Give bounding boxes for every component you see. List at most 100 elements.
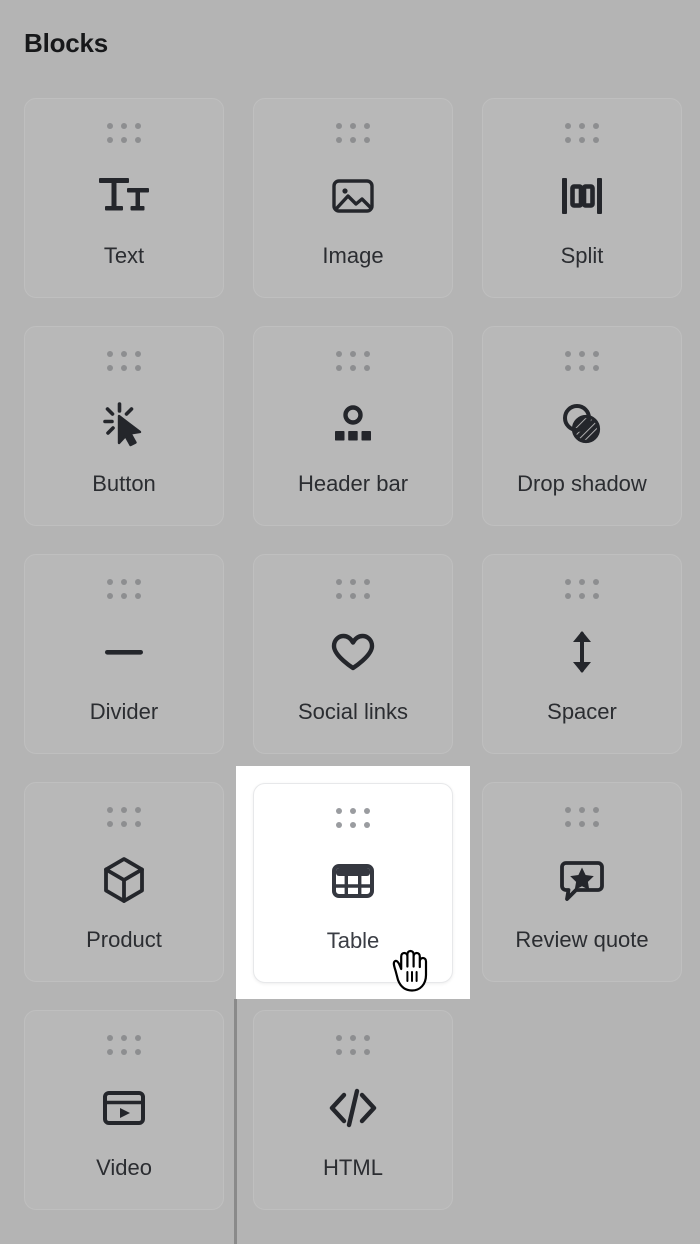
block-card-header-bar[interactable]: Header bar <box>253 326 453 526</box>
block-card-review-quote[interactable]: Review quote <box>482 782 682 982</box>
split-icon <box>559 169 605 223</box>
heart-icon <box>330 625 376 679</box>
drag-dot <box>579 137 585 143</box>
drag-dot <box>121 137 127 143</box>
drag-dot <box>121 807 127 813</box>
block-label: Image <box>322 243 384 268</box>
drop-indicator-line <box>234 999 237 1244</box>
drag-dot <box>579 593 585 599</box>
drag-dot <box>364 1035 370 1041</box>
drag-dot <box>350 808 356 814</box>
drag-dot <box>364 593 370 599</box>
drag-dot <box>565 593 571 599</box>
block-card-social-links[interactable]: Social links <box>253 554 453 754</box>
drag-dot <box>593 123 599 129</box>
drag-dot <box>107 365 113 371</box>
drag-handle[interactable] <box>336 808 370 828</box>
drag-dot <box>565 123 571 129</box>
header-bar-icon <box>330 397 376 451</box>
drag-dot <box>107 579 113 585</box>
drag-dot <box>336 822 342 828</box>
cursor-click-icon <box>102 397 146 451</box>
drag-dot <box>121 1049 127 1055</box>
block-card-product[interactable]: Product <box>24 782 224 982</box>
drag-dot <box>135 351 141 357</box>
block-card-text[interactable]: Text <box>24 98 224 298</box>
drag-dot <box>565 137 571 143</box>
block-card-video[interactable]: Video <box>24 1010 224 1210</box>
video-player-icon <box>102 1081 146 1135</box>
drag-handle[interactable] <box>107 1035 141 1055</box>
drag-dot <box>364 822 370 828</box>
drag-handle[interactable] <box>336 123 370 143</box>
drag-dot <box>107 593 113 599</box>
text-icon <box>97 169 151 223</box>
drag-dot <box>121 351 127 357</box>
block-card-drop-shadow[interactable]: Drop shadow <box>482 326 682 526</box>
cube-icon <box>101 853 147 907</box>
block-label: Spacer <box>547 699 617 724</box>
drag-dot <box>107 351 113 357</box>
vertical-arrows-icon <box>564 625 600 679</box>
drag-handle[interactable] <box>565 123 599 143</box>
drag-dot <box>107 137 113 143</box>
drag-dot <box>121 365 127 371</box>
drag-dot <box>364 123 370 129</box>
block-card-html[interactable]: HTML <box>253 1010 453 1210</box>
drag-dot <box>336 593 342 599</box>
block-card-spacer[interactable]: Spacer <box>482 554 682 754</box>
block-card-image[interactable]: Image <box>253 98 453 298</box>
block-card-divider[interactable]: Divider <box>24 554 224 754</box>
drag-dot <box>350 365 356 371</box>
drag-handle[interactable] <box>336 351 370 371</box>
drag-dot <box>593 821 599 827</box>
block-label: HTML <box>323 1155 383 1180</box>
drag-dot <box>579 365 585 371</box>
block-label: Product <box>86 927 162 952</box>
drag-handle[interactable] <box>107 579 141 599</box>
drag-dot <box>135 365 141 371</box>
drag-dot <box>565 821 571 827</box>
drag-dot <box>364 365 370 371</box>
drag-dot <box>593 365 599 371</box>
drag-dot <box>121 593 127 599</box>
blocks-grid: Text Image Split Button Header bar Drop … <box>24 98 682 1210</box>
drag-dot <box>593 351 599 357</box>
drag-handle[interactable] <box>107 807 141 827</box>
drag-handle[interactable] <box>107 351 141 371</box>
drag-dot <box>336 1049 342 1055</box>
drag-dot <box>579 123 585 129</box>
drag-handle[interactable] <box>336 579 370 599</box>
drag-handle[interactable] <box>565 579 599 599</box>
drag-dot <box>336 365 342 371</box>
drag-dot <box>350 137 356 143</box>
drag-dot <box>135 123 141 129</box>
drag-handle[interactable] <box>336 1035 370 1055</box>
drag-dot <box>579 351 585 357</box>
drag-dot <box>135 1035 141 1041</box>
block-card-split[interactable]: Split <box>482 98 682 298</box>
drag-dot <box>593 807 599 813</box>
block-card-button[interactable]: Button <box>24 326 224 526</box>
drag-dot <box>121 123 127 129</box>
drag-dot <box>350 1035 356 1041</box>
drag-dot <box>107 821 113 827</box>
drag-dot <box>565 807 571 813</box>
drag-dot <box>121 579 127 585</box>
drag-dot <box>350 593 356 599</box>
drag-dot <box>364 579 370 585</box>
drag-dot <box>121 1035 127 1041</box>
drag-handle[interactable] <box>565 807 599 827</box>
drag-dot <box>107 123 113 129</box>
drag-dot <box>135 821 141 827</box>
drag-dot <box>135 137 141 143</box>
drag-handle[interactable] <box>565 351 599 371</box>
drag-handle[interactable] <box>107 123 141 143</box>
drag-dot <box>336 579 342 585</box>
divider-icon <box>102 625 146 679</box>
drag-dot <box>135 807 141 813</box>
code-brackets-icon <box>328 1081 378 1135</box>
block-card-table[interactable]: Table <box>253 783 453 983</box>
drag-dot <box>364 808 370 814</box>
drag-dot <box>350 123 356 129</box>
